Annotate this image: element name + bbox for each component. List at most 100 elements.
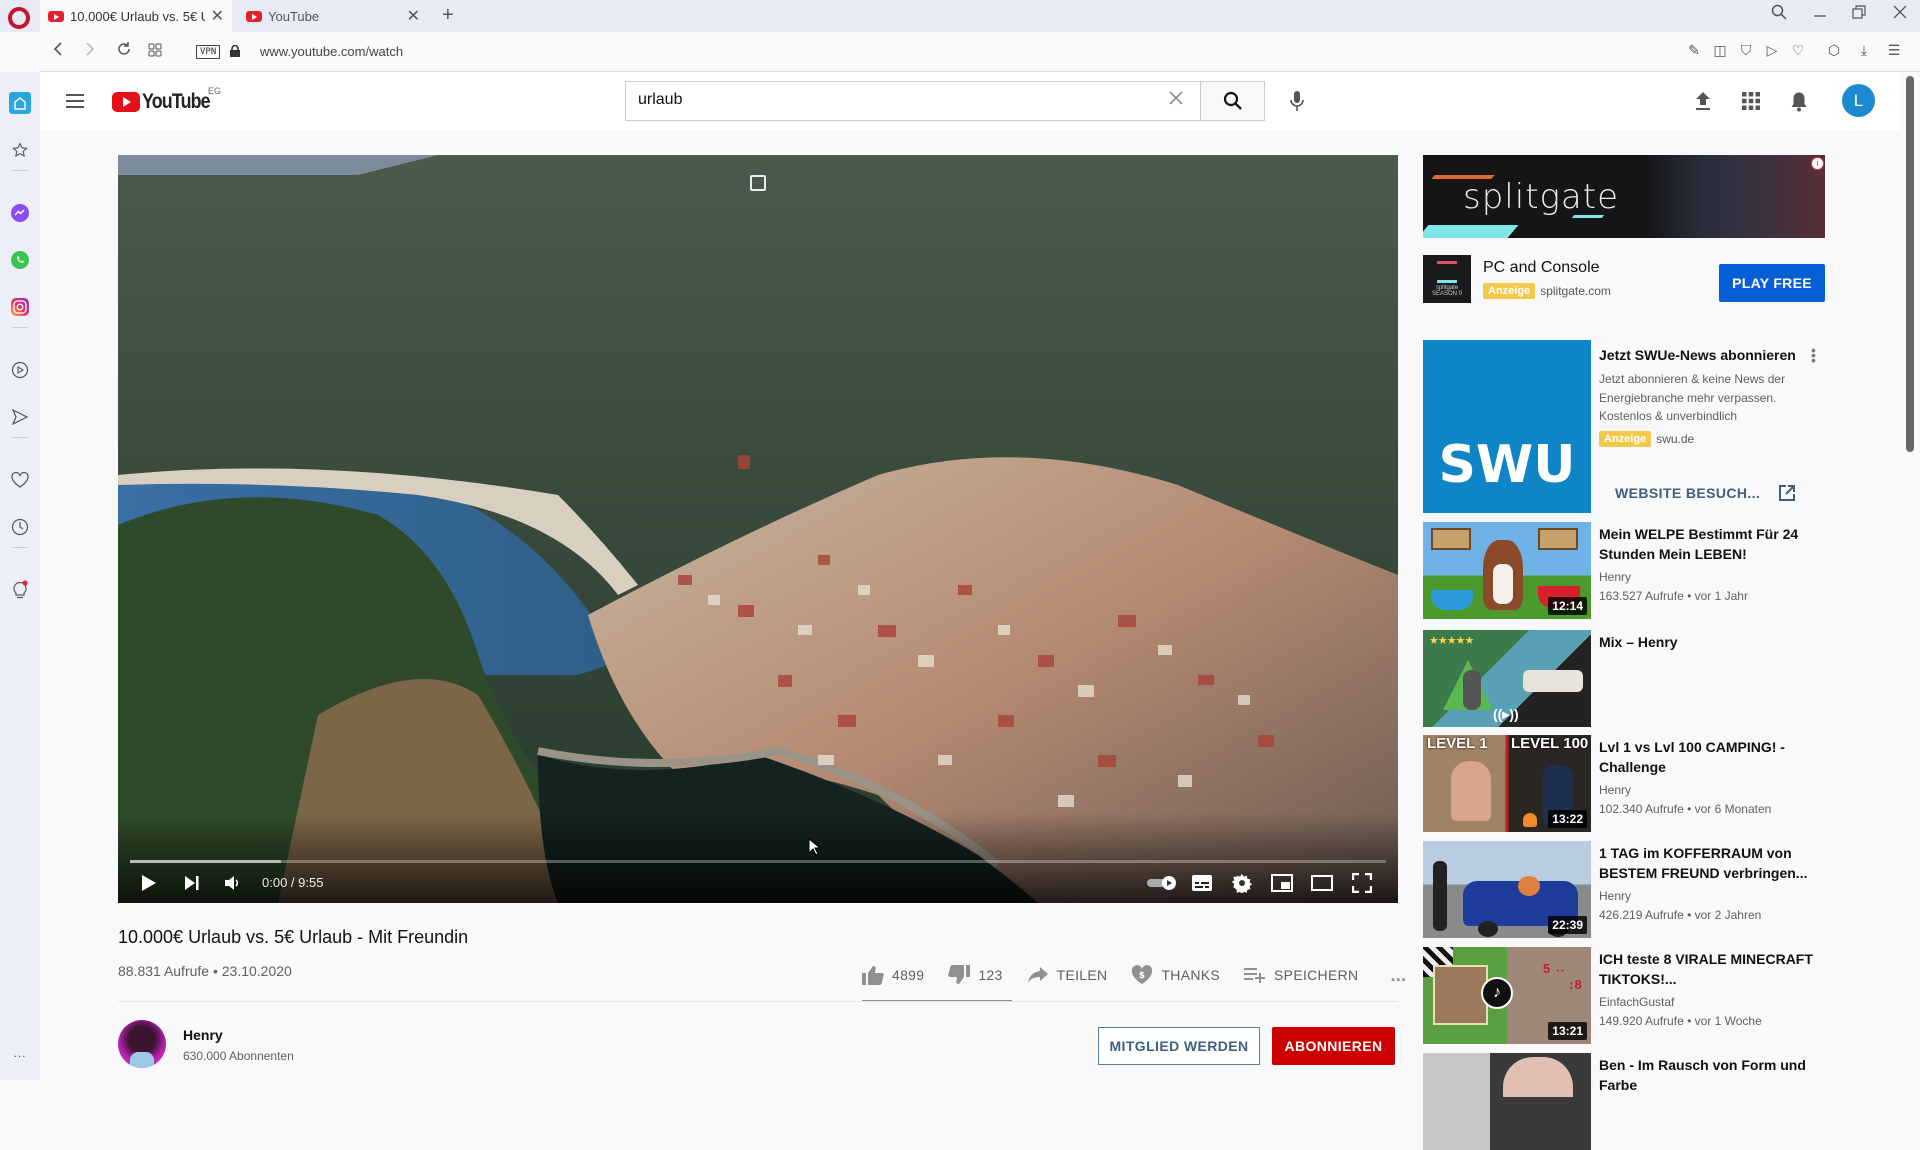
recommended-video[interactable]: ♪ 5 ↔ ↕8 13:21 ICH teste 8 VIRALE MINECR… bbox=[1423, 947, 1825, 1044]
recommended-mix[interactable]: ★★★★★ ((▸)) Mix – Henry bbox=[1423, 630, 1825, 727]
send-icon[interactable]: ▷ bbox=[1764, 42, 1780, 58]
page-scrollbar[interactable] bbox=[1906, 76, 1914, 452]
easy-setup-icon[interactable]: ☰ bbox=[1886, 42, 1902, 58]
download-icon[interactable]: ⤓ bbox=[1856, 42, 1872, 58]
lock-icon[interactable] bbox=[230, 44, 240, 57]
opera-logo-icon[interactable] bbox=[8, 7, 30, 29]
swu-ad-card[interactable]: SWU Jetzt SWUe-News abonnieren Jetzt abo… bbox=[1423, 340, 1825, 513]
apps-grid-icon[interactable] bbox=[1739, 89, 1763, 113]
camera-icon[interactable]: ◫ bbox=[1712, 42, 1728, 58]
swu-ad-title[interactable]: Jetzt SWUe-News abonnieren bbox=[1599, 347, 1796, 363]
dislike-button[interactable]: 123 bbox=[948, 965, 1002, 985]
hamburger-menu-icon[interactable] bbox=[66, 94, 84, 108]
play-button[interactable] bbox=[138, 871, 160, 895]
close-window-button[interactable] bbox=[1893, 4, 1907, 25]
save-button[interactable]: SPEICHERN bbox=[1244, 966, 1358, 984]
tab-search-icon[interactable] bbox=[1771, 4, 1787, 25]
vpn-badge[interactable]: VPN bbox=[196, 45, 221, 59]
mix-title[interactable]: Mix – Henry bbox=[1599, 632, 1814, 652]
sidebar-more-button[interactable]: ... bbox=[9, 1042, 31, 1064]
sidebar-item-home[interactable] bbox=[9, 92, 31, 114]
minimize-button[interactable] bbox=[1813, 4, 1827, 25]
video-thumbnail[interactable]: 22:39 bbox=[1423, 841, 1591, 938]
sidebar-item-tips[interactable] bbox=[9, 579, 31, 601]
youtube-logo[interactable]: YouTube bbox=[112, 90, 222, 114]
settings-button[interactable] bbox=[1230, 871, 1254, 895]
restore-button[interactable] bbox=[1852, 4, 1866, 25]
like-button[interactable]: 4899 bbox=[862, 965, 924, 985]
sidebar-item-player[interactable] bbox=[9, 359, 31, 381]
video-channel[interactable]: EinfachGustaf bbox=[1599, 995, 1674, 1009]
video-title[interactable]: 1 TAG im KOFFERRAUM von BESTEM FREUND ve… bbox=[1599, 843, 1814, 883]
forward-button[interactable] bbox=[84, 41, 96, 62]
play-free-button[interactable]: PLAY FREE bbox=[1719, 264, 1825, 302]
visit-website-button[interactable]: WEBSITE BESUCH... bbox=[1615, 484, 1796, 502]
ad-banner[interactable]: splitgate i bbox=[1423, 155, 1825, 238]
video-thumbnail[interactable]: LEVEL 1 LEVEL 100 13:22 bbox=[1423, 735, 1591, 832]
recommended-video[interactable]: 22:39 1 TAG im KOFFERRAUM von BESTEM FRE… bbox=[1423, 841, 1825, 938]
video-thumbnail[interactable]: ♪ 5 ↔ ↕8 13:21 bbox=[1423, 947, 1591, 1044]
ad-thumbnail[interactable]: splitgate SEASON 0 bbox=[1423, 255, 1471, 303]
join-button[interactable]: MITGLIED WERDEN bbox=[1098, 1027, 1260, 1065]
sidebar-item-favorites[interactable] bbox=[9, 469, 31, 491]
progress-bar[interactable] bbox=[130, 860, 1386, 863]
extensions-cube-icon[interactable]: ⬡ bbox=[1826, 42, 1842, 58]
sidebar-item-instagram[interactable] bbox=[9, 296, 31, 318]
url-field[interactable]: www.youtube.com/watch bbox=[260, 44, 403, 59]
tab-close-icon[interactable]: ✕ bbox=[407, 6, 420, 26]
swu-ad-thumbnail[interactable]: SWU bbox=[1423, 340, 1591, 513]
next-button[interactable] bbox=[181, 871, 203, 895]
tab-grid-icon[interactable] bbox=[148, 41, 162, 62]
adblock-shield-icon[interactable]: ⛉ bbox=[1738, 42, 1754, 58]
account-avatar[interactable]: L bbox=[1842, 84, 1875, 117]
sidebar-item-history[interactable] bbox=[9, 516, 31, 538]
video-title[interactable]: Lvl 1 vs Lvl 100 CAMPING! - Challenge bbox=[1599, 737, 1814, 777]
subscribe-button[interactable]: ABONNIEREN bbox=[1272, 1027, 1395, 1065]
ad-info-icon[interactable]: i bbox=[1811, 157, 1824, 170]
new-tab-button[interactable]: + bbox=[442, 4, 454, 27]
video-title[interactable]: Ben - Im Rausch von Form und Farbe bbox=[1599, 1055, 1814, 1095]
ad-companion-card[interactable]: splitgate SEASON 0 PC and Console Anzeig… bbox=[1423, 255, 1825, 311]
snapshot-edit-icon[interactable]: ✎ bbox=[1686, 42, 1702, 58]
tab-close-icon[interactable]: ✕ bbox=[211, 6, 224, 26]
more-options-icon[interactable]: • • • bbox=[1811, 343, 1816, 367]
volume-button[interactable] bbox=[222, 871, 244, 895]
video-player[interactable]: 0:00 / 9:55 bbox=[118, 155, 1398, 903]
clear-search-icon[interactable] bbox=[1168, 89, 1184, 112]
recommended-video[interactable]: 12:14 Mein WELPE Bestimmt Für 24 Stunden… bbox=[1423, 522, 1825, 619]
reload-button[interactable] bbox=[116, 41, 132, 62]
back-button[interactable] bbox=[52, 41, 64, 62]
subtitles-button[interactable] bbox=[1190, 871, 1214, 895]
sidebar-item-bookmarks[interactable] bbox=[9, 139, 31, 161]
miniplayer-button[interactable] bbox=[1269, 871, 1295, 895]
autoplay-toggle[interactable] bbox=[1146, 871, 1178, 895]
voice-search-button[interactable] bbox=[1280, 84, 1314, 118]
search-input[interactable] bbox=[638, 91, 1138, 109]
fullscreen-button[interactable] bbox=[1349, 871, 1375, 895]
thanks-button[interactable]: $ THANKS bbox=[1131, 965, 1220, 985]
sidebar-item-messenger[interactable] bbox=[9, 202, 31, 224]
video-channel[interactable]: Henry bbox=[1599, 889, 1631, 903]
heart-icon[interactable]: ♡ bbox=[1790, 42, 1806, 58]
video-title[interactable]: ICH teste 8 VIRALE MINECRAFT TIKTOKS!... bbox=[1599, 949, 1814, 989]
more-actions-button[interactable]: ... bbox=[1390, 965, 1406, 986]
video-title[interactable]: Mein WELPE Bestimmt Für 24 Stunden Mein … bbox=[1599, 524, 1814, 564]
channel-avatar[interactable] bbox=[118, 1020, 166, 1068]
channel-name[interactable]: Henry bbox=[183, 1027, 223, 1043]
share-button[interactable]: TEILEN bbox=[1027, 966, 1108, 984]
mix-thumbnail[interactable]: ★★★★★ ((▸)) bbox=[1423, 630, 1591, 727]
video-channel[interactable]: Henry bbox=[1599, 783, 1631, 797]
upload-icon[interactable] bbox=[1691, 89, 1715, 113]
video-channel[interactable]: Henry bbox=[1599, 570, 1631, 584]
sidebar-item-whatsapp[interactable] bbox=[9, 249, 31, 271]
tab-active[interactable]: 10.000€ Urlaub vs. 5€ Urla ✕ bbox=[40, 0, 232, 32]
recommended-video[interactable]: Ben - Im Rausch von Form und Farbe bbox=[1423, 1053, 1825, 1150]
tab-youtube[interactable]: YouTube ✕ bbox=[238, 0, 428, 32]
video-thumbnail[interactable] bbox=[1423, 1053, 1591, 1150]
recommended-video[interactable]: LEVEL 1 LEVEL 100 13:22 Lvl 1 vs Lvl 100… bbox=[1423, 735, 1825, 832]
video-thumbnail[interactable]: 12:14 bbox=[1423, 522, 1591, 619]
notifications-bell-icon[interactable] bbox=[1787, 89, 1811, 113]
ad-headline[interactable]: PC and Console bbox=[1483, 259, 1600, 277]
theater-mode-button[interactable] bbox=[1309, 871, 1335, 895]
sidebar-item-my-flow[interactable] bbox=[9, 406, 31, 428]
